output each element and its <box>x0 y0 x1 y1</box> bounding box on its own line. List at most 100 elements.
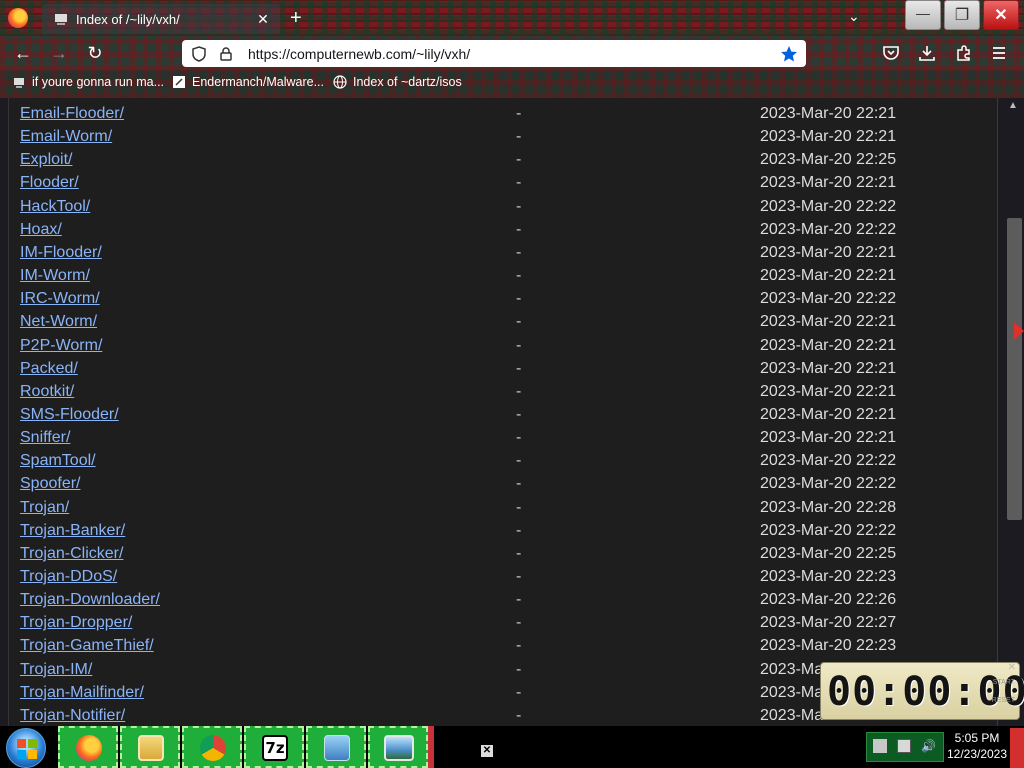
directory-link[interactable]: Net-Worm/ <box>20 313 97 331</box>
taskbar-button-explorer[interactable] <box>120 726 180 768</box>
directory-link[interactable]: SpamTool/ <box>20 452 96 470</box>
directory-link[interactable]: Sniffer/ <box>20 429 70 447</box>
table-row: Flooder/ - 2023-Mar-20 22:21 <box>20 170 980 193</box>
table-row: HackTool/ - 2023-Mar-20 22:22 <box>20 194 980 217</box>
system-clock[interactable]: 5:05 PM 12/23/2023 <box>946 730 1008 762</box>
back-button[interactable]: ← <box>12 43 34 63</box>
address-bar[interactable]: https://computernewb.com/~lily/vxh/ <box>182 40 806 67</box>
date-cell: 2023-Mar-20 22:21 <box>760 243 897 261</box>
directory-link[interactable]: HackTool/ <box>20 198 90 216</box>
bookmark-item[interactable]: Index of ~dartz/isos <box>333 75 462 89</box>
downloads-icon[interactable] <box>918 44 936 62</box>
tab-strip: Index of /~lily/vxh/ ✕ + ⌄ — ❐ ✕ <box>0 0 1024 36</box>
timer-widget[interactable]: 00:00:00 START RESET ✕ <box>820 662 1024 720</box>
clock-time: 5:05 PM <box>954 731 1000 745</box>
scroll-up-arrow-icon[interactable]: ▲ <box>1008 100 1018 111</box>
directory-link[interactable]: Spoofer/ <box>20 475 80 493</box>
tab-close-icon[interactable]: ✕ <box>254 11 272 28</box>
bookmark-item[interactable]: Endermanch/Malware... <box>172 75 324 89</box>
date-cell: 2023-Mar-20 22:21 <box>760 128 897 146</box>
firefox-menu-icon[interactable] <box>8 8 28 28</box>
network-icon[interactable] <box>897 739 911 753</box>
scrollbar-thumb[interactable] <box>1007 218 1022 520</box>
directory-link[interactable]: Exploit/ <box>20 151 72 169</box>
directory-link[interactable]: Trojan/ <box>20 499 69 517</box>
directory-link[interactable]: Trojan-IM/ <box>20 661 92 679</box>
directory-link[interactable]: P2P-Worm/ <box>20 337 102 355</box>
maximize-button[interactable]: ❐ <box>944 0 980 30</box>
size-cell: - <box>516 290 522 308</box>
directory-listing: Email-Flooder/ - 2023-Mar-20 22:21 Email-Wo… <box>8 98 998 726</box>
new-tab-button[interactable]: + <box>290 8 302 28</box>
timer-reset-button[interactable]: RESET <box>992 697 1015 704</box>
bookmark-star-icon[interactable] <box>780 45 798 63</box>
timer-close-icon[interactable]: ✕ <box>1008 662 1016 673</box>
directory-link[interactable]: Trojan-Mailfinder/ <box>20 684 144 702</box>
extensions-icon[interactable] <box>955 44 973 62</box>
date-cell: 2023-Mar-20 22:22 <box>760 220 897 238</box>
start-button[interactable] <box>6 728 46 768</box>
directory-link[interactable]: IM-Flooder/ <box>20 244 102 262</box>
date-cell: 2023-Mar-20 22:21 <box>760 336 897 354</box>
close-window-button[interactable]: ✕ <box>983 0 1019 30</box>
taskbar-button-7zip[interactable]: 7z <box>244 726 304 768</box>
bookmark-item[interactable]: if youre gonna run ma... <box>12 75 164 89</box>
directory-link[interactable]: Trojan-Banker/ <box>20 522 125 540</box>
vertical-scrollbar[interactable]: ▲ <box>1005 98 1024 726</box>
directory-link[interactable]: IRC-Worm/ <box>20 290 100 308</box>
date-cell: 2023-Mar-20 22:21 <box>760 174 897 192</box>
action-center-flag-icon[interactable] <box>873 739 887 753</box>
timer-start-button[interactable]: START <box>993 679 1015 686</box>
url-text[interactable]: https://computernewb.com/~lily/vxh/ <box>248 46 780 62</box>
date-cell: 2023-Mar-20 22:26 <box>760 591 897 609</box>
directory-link[interactable]: Email-Worm/ <box>20 128 112 146</box>
tab-title: Index of /~lily/vxh/ <box>76 11 180 27</box>
directory-link[interactable]: Packed/ <box>20 360 78 378</box>
size-cell: - <box>516 637 522 655</box>
directory-link[interactable]: SMS-Flooder/ <box>20 406 119 424</box>
directory-link[interactable]: Trojan-Notifier/ <box>20 707 125 725</box>
file-explorer-icon <box>138 735 164 761</box>
lock-icon[interactable] <box>220 46 232 61</box>
date-cell: 2023-Mar-20 22:28 <box>760 498 897 516</box>
directory-link[interactable]: Flooder/ <box>20 174 79 192</box>
size-cell: - <box>516 568 522 585</box>
volume-icon[interactable]: 🔊 <box>921 739 936 753</box>
date-cell: 2023-Mar-20 22:23 <box>760 637 897 655</box>
close-icon[interactable]: ✕ <box>481 745 493 757</box>
directory-link[interactable]: Trojan-Dropper/ <box>20 614 132 632</box>
directory-link[interactable]: Trojan-DDoS/ <box>20 568 117 586</box>
pocket-icon[interactable] <box>882 44 900 62</box>
app-menu-icon[interactable] <box>990 44 1008 62</box>
size-cell: - <box>516 706 522 724</box>
date-cell: 2023-Mar-20 22:25 <box>760 151 897 169</box>
minimize-button[interactable]: — <box>905 0 941 30</box>
show-desktop-button[interactable] <box>1010 728 1024 768</box>
list-all-tabs-button[interactable]: ⌄ <box>848 8 860 25</box>
size-cell: - <box>516 498 522 516</box>
directory-link[interactable]: Hoax/ <box>20 221 62 239</box>
date-cell: 2023-Mar-20 22:22 <box>760 521 897 539</box>
tab-active[interactable]: Index of /~lily/vxh/ ✕ <box>42 4 280 34</box>
date-cell: 2023-Mar-20 22:21 <box>760 429 897 447</box>
bookmark-label: if youre gonna run ma... <box>32 75 165 89</box>
table-row: P2P-Worm/ - 2023-Mar-20 22:21 <box>20 333 980 356</box>
taskbar-button-chrome[interactable] <box>182 726 242 768</box>
page-viewport: Email-Flooder/ - 2023-Mar-20 22:21 Email-Wo… <box>0 98 1024 726</box>
directory-link[interactable]: IM-Worm/ <box>20 267 90 285</box>
table-row: IM-Flooder/ - 2023-Mar-20 22:21 <box>20 240 980 263</box>
taskbar-button-photo-viewer[interactable] <box>368 726 428 768</box>
forward-button[interactable]: → <box>48 43 70 63</box>
directory-link[interactable]: Trojan-Clicker/ <box>20 545 123 563</box>
tracking-protection-shield-icon[interactable] <box>192 45 206 62</box>
directory-link[interactable]: Email-Flooder/ <box>20 105 124 123</box>
notification-area[interactable]: 🔊 <box>866 732 944 762</box>
reload-button[interactable]: ↻ <box>84 43 106 63</box>
size-cell: - <box>516 174 522 192</box>
directory-link[interactable]: Trojan-GameThief/ <box>20 637 154 655</box>
directory-link[interactable]: Trojan-Downloader/ <box>20 591 160 609</box>
taskbar-button-control-panel[interactable] <box>306 726 366 768</box>
directory-link[interactable]: Rootkit/ <box>20 383 74 401</box>
table-row: Trojan-DDoS/ - 2023-Mar-20 22:23 <box>20 564 980 587</box>
taskbar-button-firefox[interactable] <box>58 726 118 768</box>
